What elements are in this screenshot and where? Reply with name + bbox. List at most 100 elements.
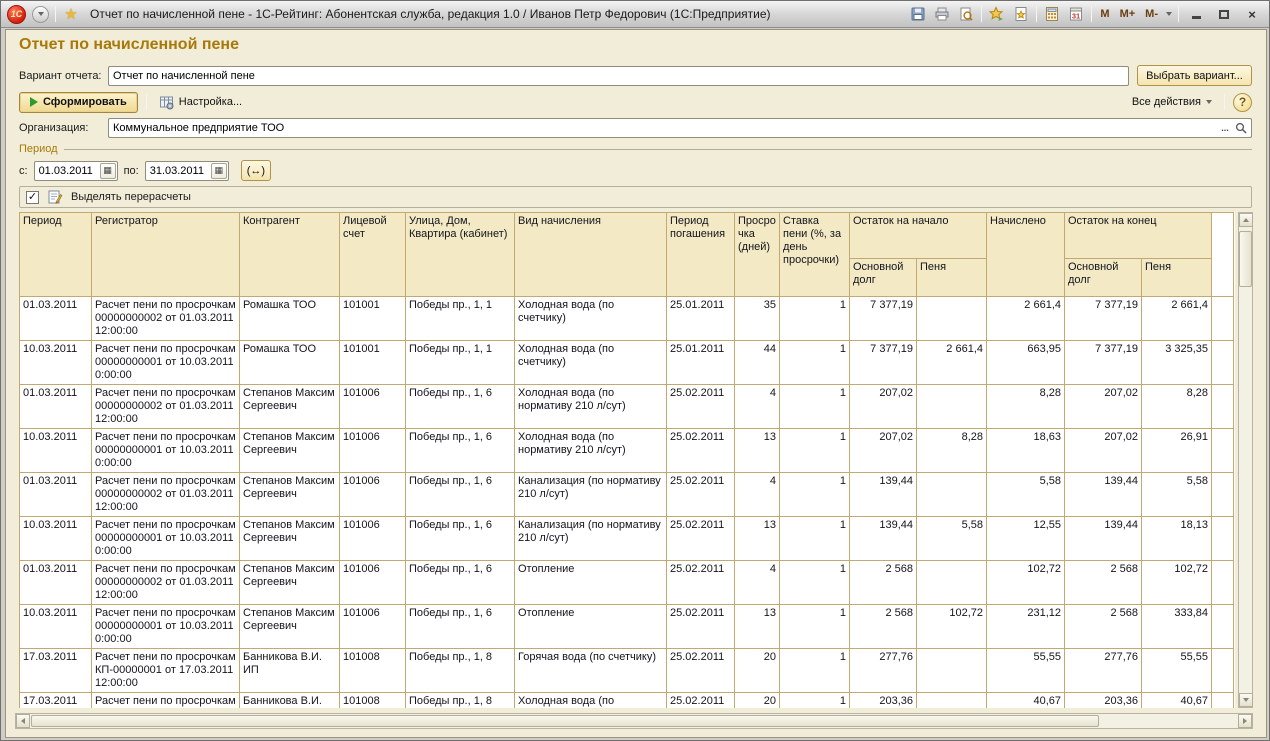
table-cell[interactable]: Холодная вода (по счетчику) xyxy=(515,693,667,709)
table-cell[interactable]: 13 xyxy=(735,429,780,473)
table-row[interactable]: 17.03.2011Расчет пени по просрочкам КП-0… xyxy=(20,649,1234,693)
table-cell[interactable]: 25.01.2011 xyxy=(667,297,735,341)
table-cell[interactable]: Отопление xyxy=(515,561,667,605)
table-cell[interactable]: 01.03.2011 xyxy=(20,385,92,429)
table-cell[interactable]: 5,58 xyxy=(917,517,987,561)
table-cell[interactable]: 2 568 xyxy=(850,561,917,605)
column-header[interactable]: Лицевой счет xyxy=(340,213,406,297)
table-cell[interactable]: 102,72 xyxy=(917,605,987,649)
table-cell[interactable]: 101006 xyxy=(340,385,406,429)
table-cell[interactable]: 5,58 xyxy=(987,473,1065,517)
organization-search-button[interactable] xyxy=(1233,120,1249,136)
table-cell[interactable]: 1 xyxy=(780,517,850,561)
table-cell[interactable]: Горячая вода (по счетчику) xyxy=(515,649,667,693)
all-actions-button[interactable]: Все действия xyxy=(1128,94,1216,110)
table-cell[interactable]: 101006 xyxy=(340,605,406,649)
table-cell[interactable]: 101006 xyxy=(340,473,406,517)
table-cell[interactable]: 139,44 xyxy=(1065,473,1142,517)
window-maximize-button[interactable] xyxy=(1213,7,1235,22)
table-cell[interactable]: 101006 xyxy=(340,429,406,473)
column-header[interactable]: Период xyxy=(20,213,92,297)
table-cell[interactable]: Расчет пени по просрочкам 00000000001 от… xyxy=(92,605,240,649)
table-cell[interactable]: Расчет пени по просрочкам 00000000001 от… xyxy=(92,429,240,473)
table-cell[interactable]: Канализация (по нормативу 210 л/сут) xyxy=(515,473,667,517)
table-cell[interactable]: 25.02.2011 xyxy=(667,429,735,473)
table-cell[interactable]: Банникова В.И. ИП xyxy=(240,693,340,709)
organization-input[interactable]: Коммунальное предприятие ТОО ... xyxy=(108,118,1252,138)
table-cell[interactable]: 2 661,4 xyxy=(987,297,1065,341)
table-cell[interactable]: Победы пр., 1, 6 xyxy=(406,517,515,561)
memory-add-button[interactable]: М+ xyxy=(1118,8,1138,20)
column-header[interactable]: Ставка пени (%, за день просрочки) xyxy=(780,213,850,297)
table-cell[interactable]: 101006 xyxy=(340,517,406,561)
table-row[interactable]: 17.03.2011Расчет пени по просрочкам КП-0… xyxy=(20,693,1234,709)
table-cell[interactable]: 18,13 xyxy=(1142,517,1212,561)
table-cell[interactable]: 55,55 xyxy=(1142,649,1212,693)
table-cell[interactable]: 25.02.2011 xyxy=(667,561,735,605)
table-row[interactable]: 01.03.2011Расчет пени по просрочкам 0000… xyxy=(20,297,1234,341)
chevron-down-icon[interactable] xyxy=(1166,12,1172,16)
table-cell[interactable]: 01.03.2011 xyxy=(20,561,92,605)
table-cell[interactable]: 7 377,19 xyxy=(850,297,917,341)
favorites-star-icon[interactable]: ★ xyxy=(62,5,80,23)
table-cell[interactable]: 20 xyxy=(735,693,780,709)
table-cell[interactable]: 17.03.2011 xyxy=(20,693,92,709)
table-row[interactable]: 10.03.2011Расчет пени по просрочкам 0000… xyxy=(20,517,1234,561)
table-cell[interactable]: 277,76 xyxy=(1065,649,1142,693)
scroll-left-button[interactable] xyxy=(16,714,30,728)
table-cell[interactable]: 17.03.2011 xyxy=(20,649,92,693)
table-cell[interactable]: 10.03.2011 xyxy=(20,429,92,473)
table-cell[interactable]: 1 xyxy=(780,473,850,517)
add-favorite-button[interactable] xyxy=(1012,5,1030,23)
table-cell[interactable] xyxy=(1212,473,1234,517)
scroll-right-button[interactable] xyxy=(1238,714,1252,728)
table-cell[interactable]: 12,55 xyxy=(987,517,1065,561)
table-cell[interactable] xyxy=(1212,649,1234,693)
table-cell[interactable]: Степанов Максим Сергеевич xyxy=(240,385,340,429)
column-header[interactable]: Период погашения xyxy=(667,213,735,297)
table-cell[interactable]: 1 xyxy=(780,429,850,473)
table-cell[interactable] xyxy=(917,693,987,709)
save-button[interactable] xyxy=(909,5,927,23)
table-row[interactable]: 10.03.2011Расчет пени по просрочкам 0000… xyxy=(20,341,1234,385)
table-cell[interactable]: Степанов Максим Сергеевич xyxy=(240,429,340,473)
table-cell[interactable]: 25.02.2011 xyxy=(667,693,735,709)
table-cell[interactable]: 26,91 xyxy=(1142,429,1212,473)
column-group-header[interactable]: Остаток на конец xyxy=(1065,213,1212,259)
table-cell[interactable]: 55,55 xyxy=(987,649,1065,693)
column-header[interactable] xyxy=(1212,213,1234,297)
table-cell[interactable]: 231,12 xyxy=(987,605,1065,649)
service-menu-button[interactable] xyxy=(32,6,49,23)
table-cell[interactable]: 3 325,35 xyxy=(1142,341,1212,385)
table-cell[interactable]: 20 xyxy=(735,649,780,693)
print-preview-button[interactable] xyxy=(957,5,975,23)
table-cell[interactable]: Степанов Максим Сергеевич xyxy=(240,517,340,561)
table-cell[interactable]: 207,02 xyxy=(1065,385,1142,429)
table-cell[interactable]: 10.03.2011 xyxy=(20,605,92,649)
table-cell[interactable]: Ромашка ТОО xyxy=(240,341,340,385)
date-picker-icon[interactable]: ▦ xyxy=(100,163,116,179)
highlight-recalc-checkbox[interactable] xyxy=(26,191,39,204)
table-cell[interactable]: 277,76 xyxy=(850,649,917,693)
column-header[interactable]: Пеня xyxy=(1142,259,1212,297)
window-close-button[interactable]: × xyxy=(1241,7,1263,22)
table-cell[interactable]: Расчет пени по просрочкам 00000000002 от… xyxy=(92,385,240,429)
table-cell[interactable]: 8,28 xyxy=(1142,385,1212,429)
table-cell[interactable]: 333,84 xyxy=(1142,605,1212,649)
table-cell[interactable]: 101001 xyxy=(340,297,406,341)
variant-input[interactable]: Отчет по начисленной пене xyxy=(108,66,1129,86)
table-cell[interactable]: 101008 xyxy=(340,693,406,709)
table-cell[interactable]: 1 xyxy=(780,341,850,385)
table-cell[interactable]: 13 xyxy=(735,517,780,561)
calculator-button[interactable] xyxy=(1043,5,1061,23)
table-cell[interactable]: Победы пр., 1, 6 xyxy=(406,429,515,473)
table-cell[interactable]: 7 377,19 xyxy=(850,341,917,385)
date-picker-icon[interactable]: ▦ xyxy=(211,163,227,179)
period-to-input[interactable]: 31.03.2011 ▦ xyxy=(145,161,229,181)
table-cell[interactable]: 1 xyxy=(780,561,850,605)
table-cell[interactable]: 25.02.2011 xyxy=(667,649,735,693)
table-cell[interactable]: Расчет пени по просрочкам 00000000002 от… xyxy=(92,561,240,605)
table-cell[interactable]: Победы пр., 1, 6 xyxy=(406,561,515,605)
table-cell[interactable]: 101008 xyxy=(340,649,406,693)
table-cell[interactable]: Отопление xyxy=(515,605,667,649)
